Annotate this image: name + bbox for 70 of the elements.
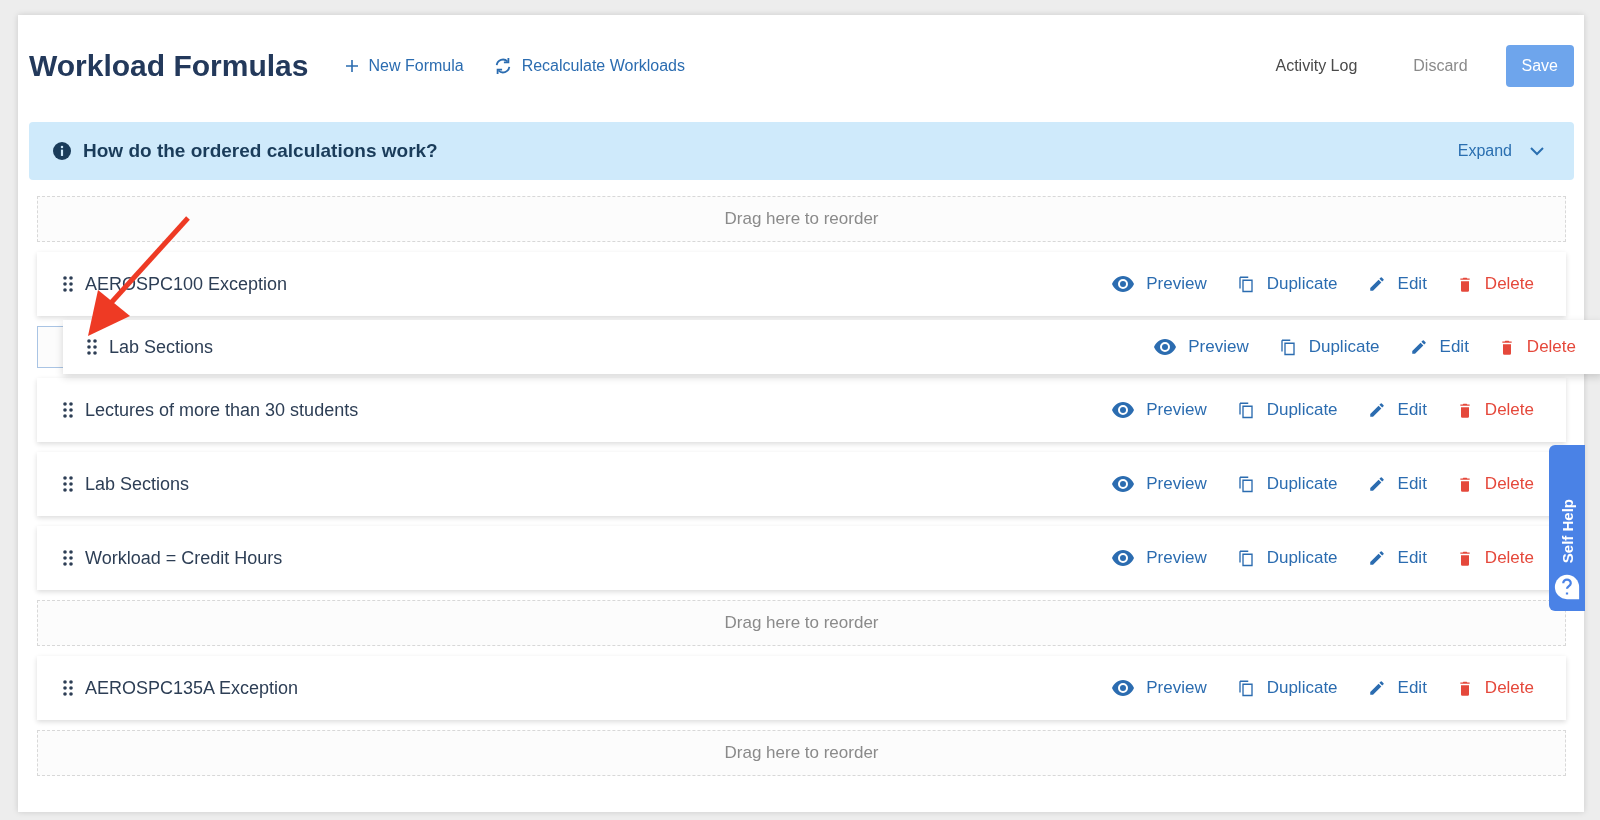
formula-name: Workload = Credit Hours: [85, 547, 284, 569]
delete-button[interactable]: Delete: [1456, 548, 1534, 568]
formula-name: Lectures of more than 30 students: [85, 399, 360, 421]
delete-button[interactable]: Delete: [1456, 274, 1534, 294]
copy-icon: [1236, 274, 1255, 294]
self-help-tab[interactable]: Self Help: [1549, 445, 1585, 611]
copy-icon: [1236, 474, 1255, 494]
pencil-icon: [1367, 475, 1386, 493]
eye-icon: [1112, 476, 1135, 492]
pencil-icon: [1409, 338, 1428, 356]
drag-handle-icon[interactable]: [63, 680, 73, 696]
delete-button[interactable]: Delete: [1498, 337, 1576, 357]
edit-button[interactable]: Edit: [1367, 274, 1427, 294]
help-bubble-icon: [1553, 573, 1581, 601]
edit-button[interactable]: Edit: [1367, 400, 1427, 420]
pencil-icon: [1367, 679, 1386, 697]
preview-button[interactable]: Preview: [1112, 400, 1207, 420]
formula-name: Lab Sections: [85, 473, 191, 495]
edit-button[interactable]: Edit: [1409, 337, 1469, 357]
preview-button[interactable]: Preview: [1112, 474, 1207, 494]
drop-zone: Drag here to reorder: [37, 600, 1566, 646]
copy-icon: [1236, 678, 1255, 698]
edit-button[interactable]: Edit: [1367, 548, 1427, 568]
page-title: Workload Formulas: [29, 49, 309, 83]
drag-handle-icon[interactable]: [63, 276, 73, 292]
banner-question: How do the ordered calculations work?: [83, 140, 439, 162]
activity-log-button[interactable]: Activity Log: [1261, 45, 1372, 87]
info-icon: [53, 142, 71, 160]
copy-icon: [1278, 337, 1297, 357]
formula-name: AEROSPC135A Exception: [85, 677, 300, 699]
copy-icon: [1236, 400, 1255, 420]
duplicate-button[interactable]: Duplicate: [1236, 548, 1338, 568]
eye-icon: [1112, 680, 1135, 696]
drag-handle-icon[interactable]: [63, 476, 73, 492]
drag-handle-icon[interactable]: [63, 402, 73, 418]
duplicate-button[interactable]: Duplicate: [1236, 678, 1338, 698]
expand-toggle[interactable]: Expand: [1457, 142, 1544, 160]
duplicate-button[interactable]: Duplicate: [1278, 337, 1380, 357]
pencil-icon: [1367, 275, 1386, 293]
eye-icon: [1112, 276, 1135, 292]
preview-button[interactable]: Preview: [1112, 678, 1207, 698]
copy-icon: [1236, 548, 1255, 568]
drop-zone: Drag here to reorder: [37, 196, 1566, 242]
new-formula-link[interactable]: New Formula: [344, 57, 464, 75]
preview-button[interactable]: Preview: [1112, 548, 1207, 568]
preview-button[interactable]: Preview: [1112, 274, 1207, 294]
recalculate-link[interactable]: Recalculate Workloads: [493, 57, 685, 75]
delete-button[interactable]: Delete: [1456, 678, 1534, 698]
edit-button[interactable]: Edit: [1367, 678, 1427, 698]
pencil-icon: [1367, 401, 1386, 419]
drag-handle-icon[interactable]: [87, 339, 97, 355]
refresh-icon: [493, 57, 512, 75]
drop-zone: Drag here to reorder: [37, 730, 1566, 776]
eye-icon: [1154, 339, 1177, 355]
plus-icon: [344, 59, 359, 73]
duplicate-button[interactable]: Duplicate: [1236, 400, 1338, 420]
dragged-formula-row[interactable]: Lab Sections Preview Duplicate Edit Delete: [63, 320, 1600, 374]
drag-handle-icon[interactable]: [63, 550, 73, 566]
duplicate-button[interactable]: Duplicate: [1236, 274, 1338, 294]
pencil-icon: [1367, 549, 1386, 567]
delete-button[interactable]: Delete: [1456, 400, 1534, 420]
preview-button[interactable]: Preview: [1154, 337, 1249, 357]
edit-button[interactable]: Edit: [1367, 474, 1427, 494]
delete-button[interactable]: Delete: [1456, 474, 1534, 494]
duplicate-button[interactable]: Duplicate: [1236, 474, 1338, 494]
eye-icon: [1112, 402, 1135, 418]
discard-button[interactable]: Discard: [1399, 45, 1482, 87]
chevron-icon: [1530, 146, 1544, 156]
formula-name: Lab Sections: [109, 336, 215, 358]
eye-icon: [1112, 550, 1135, 566]
